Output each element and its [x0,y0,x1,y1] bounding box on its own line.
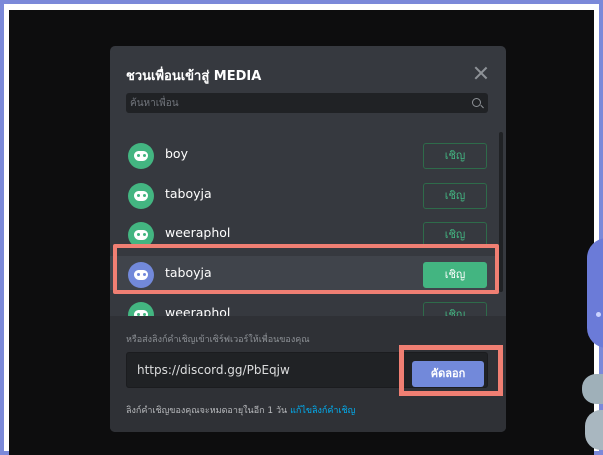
search-field[interactable]: ค้นหาเพื่อน [126,93,488,113]
avatar [128,302,154,316]
close-icon[interactable] [474,66,488,80]
invite-button[interactable]: เชิญ [423,302,487,316]
avatar [128,143,154,169]
modal-title: ชวนเพื่อนเข้าสู่ MEDIA [126,69,262,84]
invite-button[interactable]: เชิญ [423,183,487,209]
search-icon [472,98,481,107]
list-item: taboyja เชิญ [110,177,496,211]
scrollbar[interactable] [499,132,503,292]
friend-name: weeraphol [165,305,231,316]
invite-link-label: หรือส่งลิงก์คำเชิญเข้าเซิร์ฟเวอร์ให้เพื่… [126,335,310,345]
decorative-shape [585,410,603,450]
highlight-box [113,244,499,294]
friend-name: taboyja [165,186,212,201]
avatar [128,183,154,209]
expire-text: ลิงก์คำเชิญของคุณจะหมดอายุในอีก 1 วัน [126,406,288,416]
edit-invite-link[interactable]: แก้ไขลิงก์คำเชิญ [290,406,355,416]
invite-link-text[interactable]: https://discord.gg/PbEqjw [137,363,290,377]
decorative-shape [582,374,603,404]
search-input[interactable]: ค้นหาเพื่อน [130,96,179,111]
highlight-box [399,345,503,396]
invite-button[interactable]: เชิญ [423,143,487,169]
friend-name: boy [165,146,188,161]
decorative-dot [596,312,601,317]
decorative-shape [587,238,603,348]
list-item: weeraphol เชิญ [110,296,496,316]
expire-note: ลิงก์คำเชิญของคุณจะหมดอายุในอีก 1 วัน แก… [126,403,355,417]
list-item: boy เชิญ [110,137,496,171]
friend-name: weeraphol [165,225,231,240]
